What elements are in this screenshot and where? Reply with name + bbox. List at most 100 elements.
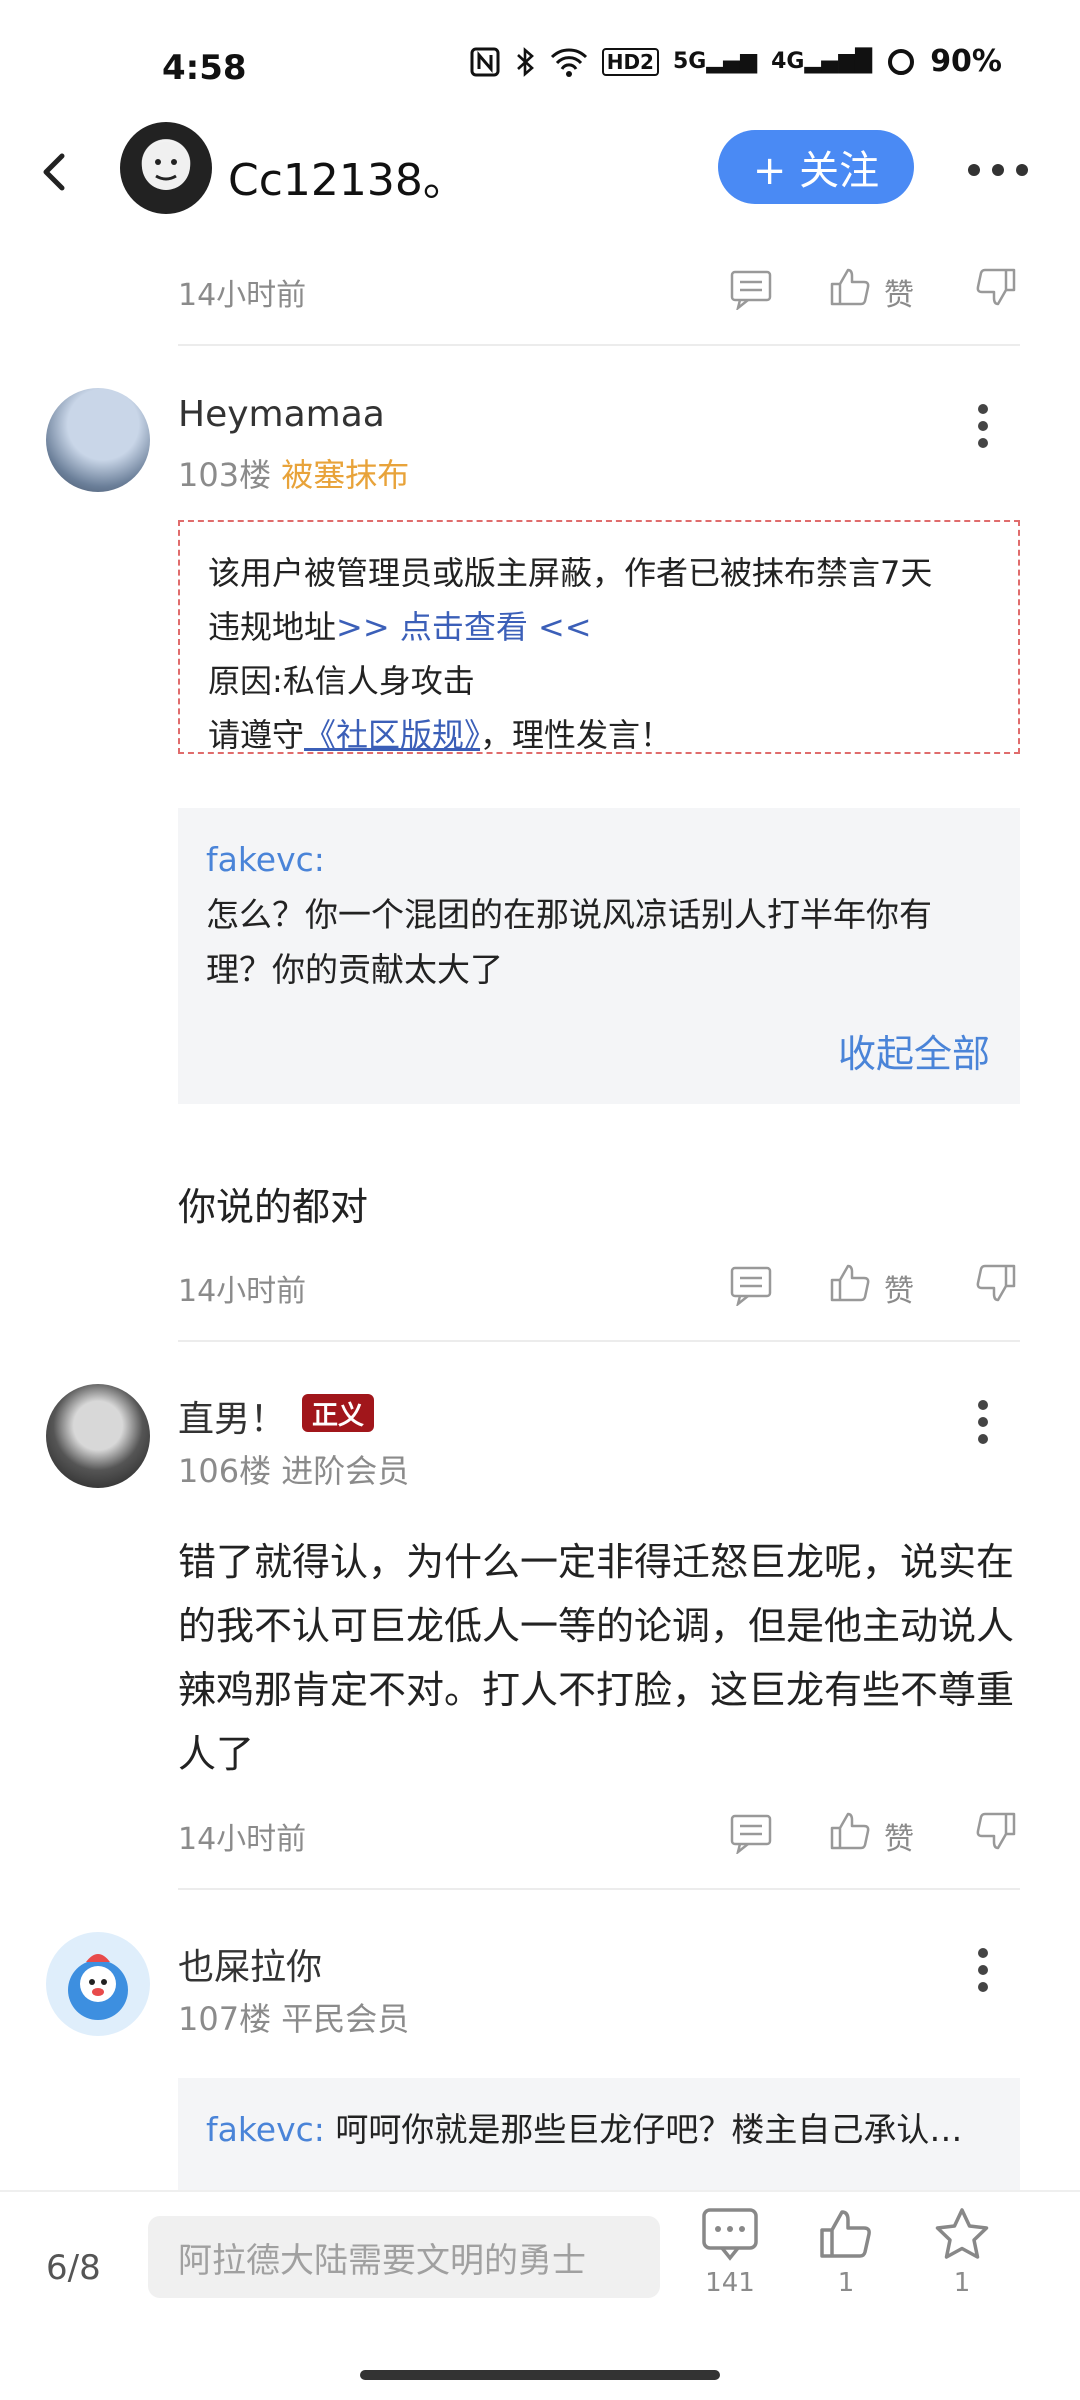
like-label[interactable]: 赞 <box>884 1814 914 1858</box>
author-avatar[interactable] <box>120 122 212 214</box>
thumbs-down-icon[interactable] <box>974 266 1020 312</box>
comments-button[interactable]: 141 <box>690 2206 770 2298</box>
chevron-left-icon <box>43 153 65 191</box>
bluetooth-icon <box>516 46 534 77</box>
commenter-meta: 107楼 平民会员 <box>178 1994 409 2040</box>
status-time: 4:58 <box>162 48 247 88</box>
signal-4g-icon: 4G▂▄▆█ <box>771 49 873 74</box>
cartoon-avatar-icon <box>68 1954 128 2020</box>
dot-icon <box>992 164 1004 176</box>
floor-number: 106楼 <box>178 1452 272 1490</box>
bottom-bar: 6/8 阿拉德大陆需要文明的勇士 141 1 1 <box>0 2190 1080 2400</box>
author-username[interactable]: Cc12138。 <box>228 144 467 208</box>
header: Cc12138。 + 关注 <box>0 120 1080 230</box>
quote-username[interactable]: fakevc: <box>206 832 992 887</box>
divider <box>178 1340 1020 1342</box>
post-time: 14小时前 <box>178 278 307 313</box>
like-button[interactable]: 1 <box>806 2206 886 2298</box>
comment-feed[interactable]: 14小时前 赞 Heymamaa 103楼 被塞抹布 该用户被管理员或版主屏蔽，… <box>0 230 1080 2190</box>
chat-bubble-icon <box>702 2208 758 2261</box>
ban-line3: 原因:私信人身攻击 <box>208 662 475 700</box>
thumbs-up-icon[interactable] <box>826 1258 874 1306</box>
comment-icon[interactable] <box>728 266 774 310</box>
quote-box: fakevc: 怎么？你一个混团的在那说风凉话别人打半年你有理？你的贡献太大了 … <box>178 808 1020 1104</box>
dot-icon <box>978 1417 988 1427</box>
page-indicator[interactable]: 6/8 <box>46 2248 101 2288</box>
reply-input[interactable]: 阿拉德大陆需要文明的勇士 <box>148 2216 660 2298</box>
favorite-count: 1 <box>953 2268 971 2298</box>
status-bar: 4:58 HD2 5G▂▄▆ 4G▂▄▆█ 90% <box>0 0 1080 120</box>
comment-more-button[interactable] <box>968 396 998 456</box>
network-4g-label: 4G <box>771 49 805 74</box>
comment-more-button[interactable] <box>968 1940 998 2000</box>
quote-text: 怎么？你一个混团的在那说风凉话别人打半年你有理？你的贡献太大了 <box>206 895 932 989</box>
commenter-name[interactable]: 也屎拉你 <box>178 1938 322 1990</box>
dot-icon <box>978 404 988 414</box>
commenter-meta: 103楼 被塞抹布 <box>178 450 409 496</box>
commenter-avatar[interactable] <box>46 1932 150 2036</box>
quote-username[interactable]: fakevc: <box>206 2110 325 2149</box>
commenter-avatar[interactable] <box>46 388 150 492</box>
follow-button[interactable]: + 关注 <box>718 130 914 204</box>
hd-icon: HD2 <box>601 47 659 76</box>
comment-body: 错了就得认，为什么一定非得迁怒巨龙呢，说实在的我不认可巨龙低人一等的论调，但是他… <box>178 1540 1015 1776</box>
ban-line4-prefix: 请遵守 <box>208 716 305 754</box>
star-icon <box>935 2208 989 2259</box>
quote-text: 呵呵你就是那些巨龙仔吧？楼主自己承认… <box>335 2110 963 2149</box>
comment-count: 141 <box>705 2268 755 2298</box>
thumbs-up-icon[interactable] <box>826 1806 874 1854</box>
wifi-icon <box>550 47 587 77</box>
more-options-button[interactable] <box>968 150 1048 190</box>
divider <box>178 344 1020 346</box>
ban-notice: 该用户被管理员或版主屏蔽，作者已被抹布禁言7天 违规地址>> 点击查看 << 原… <box>178 520 1020 754</box>
like-label[interactable]: 赞 <box>884 1266 914 1310</box>
thumbs-down-icon[interactable] <box>974 1262 1020 1308</box>
comment-action-row: 14小时前 赞 <box>178 1802 1020 1862</box>
violation-link[interactable]: >> 点击查看 << <box>336 608 592 646</box>
dot-icon <box>968 164 980 176</box>
favorite-button[interactable]: 1 <box>922 2206 1002 2298</box>
status-icons: HD2 5G▂▄▆ 4G▂▄▆█ 90% <box>470 44 1002 79</box>
commenter-name[interactable]: Heymamaa <box>178 394 385 435</box>
community-rules-link[interactable]: 《社区版规》 <box>304 716 480 754</box>
ban-line1: 该用户被管理员或版主屏蔽，作者已被抹布禁言7天 <box>208 554 933 592</box>
comment-more-button[interactable] <box>968 1392 998 1452</box>
dot-icon <box>978 1982 988 1992</box>
commenter-meta: 106楼 进阶会员 <box>178 1446 409 1492</box>
collapse-all-button[interactable]: 收起全部 <box>838 1027 990 1082</box>
comment-body: 你说的都对 <box>178 1185 369 1229</box>
battery-ring-icon <box>888 48 915 75</box>
justice-badge: 正义 <box>302 1394 374 1432</box>
dot-icon <box>978 421 988 431</box>
thumbs-up-icon[interactable] <box>826 262 874 310</box>
meme-face-icon <box>142 142 190 190</box>
dot-icon <box>978 438 988 448</box>
member-level: 进阶会员 <box>281 1452 410 1490</box>
ban-line2: 违规地址>> 点击查看 << <box>208 600 990 654</box>
dot-icon <box>978 1400 988 1410</box>
signal-5g-icon: 5G▂▄▆ <box>672 49 758 74</box>
divider <box>178 1888 1020 1890</box>
ban-line2-prefix: 违规地址 <box>208 608 337 646</box>
floor-number: 103楼 <box>178 456 272 494</box>
home-indicator[interactable] <box>360 2370 720 2380</box>
dot-icon <box>978 1965 988 1975</box>
commenter-name[interactable]: 直男！ <box>178 1390 286 1442</box>
comment-icon[interactable] <box>728 1262 774 1306</box>
comment-time: 14小时前 <box>178 1274 307 1309</box>
comment-icon[interactable] <box>728 1810 774 1854</box>
thumbs-up-icon <box>820 2210 871 2258</box>
comment-time: 14小时前 <box>178 1822 307 1857</box>
like-label[interactable]: 赞 <box>884 270 914 314</box>
battery-percent: 90% <box>930 44 1002 79</box>
dot-icon <box>978 1948 988 1958</box>
commenter-avatar[interactable] <box>46 1384 150 1488</box>
ban-line4: 请遵守《社区版规》，理性发言！ <box>208 708 990 762</box>
like-count: 1 <box>837 2268 855 2298</box>
quote-box: fakevc: 呵呵你就是那些巨龙仔吧？楼主自己承认… <box>178 2078 1020 2190</box>
user-tag: 被塞抹布 <box>281 456 410 494</box>
network-5g-label: 5G <box>672 49 707 74</box>
thumbs-down-icon[interactable] <box>974 1810 1020 1856</box>
floor-number: 107楼 <box>178 2000 272 2038</box>
back-button[interactable] <box>26 142 86 202</box>
